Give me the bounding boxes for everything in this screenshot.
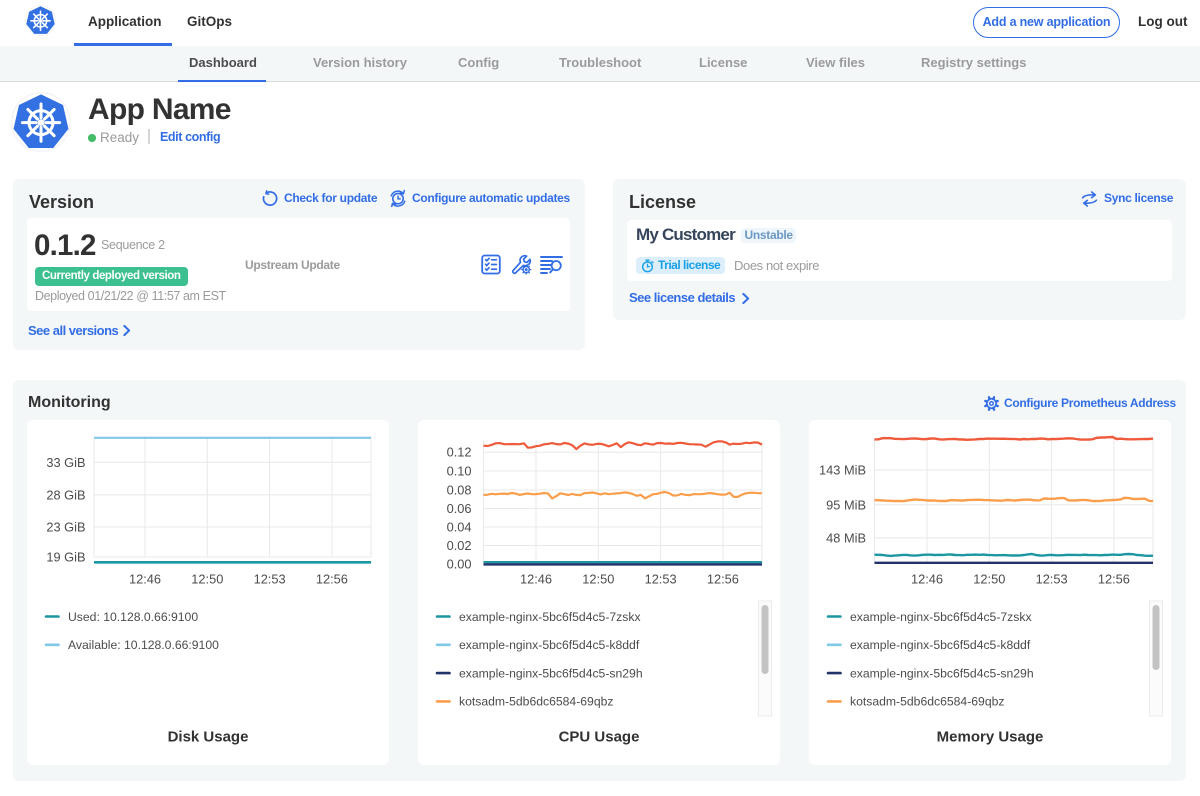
svg-text:95 MiB: 95 MiB xyxy=(826,497,866,512)
svg-text:example-nginx-5bc6f5d4c5-7zskx: example-nginx-5bc6f5d4c5-7zskx xyxy=(459,610,641,624)
svg-text:12:46: 12:46 xyxy=(911,572,943,587)
svg-text:12:56: 12:56 xyxy=(316,572,348,587)
svg-text:kotsadm-5db6dc6584-69qbz: kotsadm-5db6dc6584-69qbz xyxy=(459,695,613,709)
svg-text:example-nginx-5bc6f5d4c5-k8ddf: example-nginx-5bc6f5d4c5-k8ddf xyxy=(459,638,640,652)
svg-text:0.08: 0.08 xyxy=(447,483,472,498)
svg-text:example-nginx-5bc6f5d4c5-sn29h: example-nginx-5bc6f5d4c5-sn29h xyxy=(459,666,643,680)
svg-text:0.02: 0.02 xyxy=(447,538,472,553)
svg-text:143 MiB: 143 MiB xyxy=(819,463,866,478)
svg-text:0.06: 0.06 xyxy=(447,501,472,516)
svg-text:0.10: 0.10 xyxy=(447,464,472,479)
svg-text:0.12: 0.12 xyxy=(447,445,472,460)
svg-text:19 GiB: 19 GiB xyxy=(46,550,85,565)
svg-text:kotsadm-5db6dc6584-69qbz: kotsadm-5db6dc6584-69qbz xyxy=(850,695,1004,709)
svg-text:CPU Usage: CPU Usage xyxy=(559,729,640,746)
svg-text:12:56: 12:56 xyxy=(1098,572,1130,587)
svg-text:12:50: 12:50 xyxy=(191,572,223,587)
svg-text:0.00: 0.00 xyxy=(447,556,472,571)
svg-text:12:53: 12:53 xyxy=(645,572,677,587)
svg-text:example-nginx-5bc6f5d4c5-7zskx: example-nginx-5bc6f5d4c5-7zskx xyxy=(850,610,1032,624)
svg-text:12:50: 12:50 xyxy=(973,572,1005,587)
svg-text:Used: 10.128.0.66:9100: Used: 10.128.0.66:9100 xyxy=(68,610,198,624)
svg-text:48 MiB: 48 MiB xyxy=(826,530,866,545)
svg-text:example-nginx-5bc6f5d4c5-sn29h: example-nginx-5bc6f5d4c5-sn29h xyxy=(850,666,1034,680)
svg-text:12:46: 12:46 xyxy=(520,572,552,587)
svg-text:12:56: 12:56 xyxy=(707,572,739,587)
svg-text:28 GiB: 28 GiB xyxy=(46,487,85,502)
svg-text:Memory Usage: Memory Usage xyxy=(937,729,1044,746)
svg-text:12:46: 12:46 xyxy=(129,572,161,587)
svg-text:Available: 10.128.0.66:9100: Available: 10.128.0.66:9100 xyxy=(68,638,219,652)
svg-text:Disk Usage: Disk Usage xyxy=(168,729,249,746)
svg-text:example-nginx-5bc6f5d4c5-k8ddf: example-nginx-5bc6f5d4c5-k8ddf xyxy=(850,638,1031,652)
svg-text:33 GiB: 33 GiB xyxy=(46,455,85,470)
svg-text:12:50: 12:50 xyxy=(582,572,614,587)
svg-text:12:53: 12:53 xyxy=(1036,572,1068,587)
svg-text:23 GiB: 23 GiB xyxy=(46,520,85,535)
svg-text:0.04: 0.04 xyxy=(447,520,472,535)
svg-text:12:53: 12:53 xyxy=(254,572,286,587)
